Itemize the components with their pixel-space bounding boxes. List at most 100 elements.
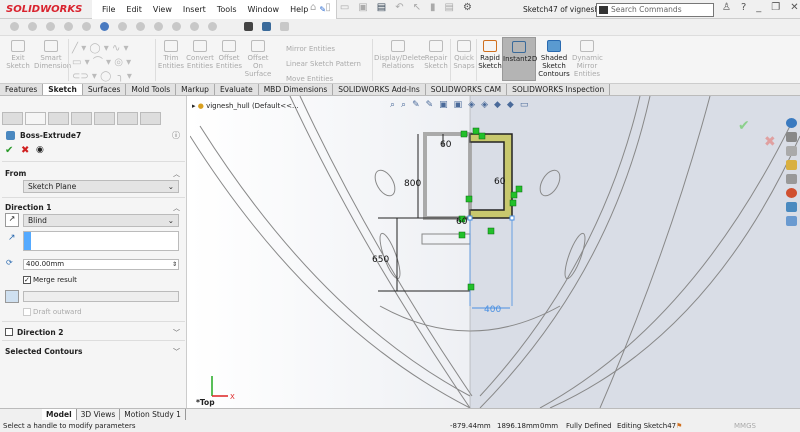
- collapse-icon[interactable]: ︿: [173, 169, 180, 179]
- tab-motion-study-1[interactable]: Motion Study 1: [120, 409, 186, 420]
- view-toolbar[interactable]: ⌕⌕✎✎▣▣◈◈◆◆▭: [390, 100, 534, 110]
- design-library-icon[interactable]: [786, 132, 797, 142]
- dimension-width[interactable]: 400: [484, 305, 501, 315]
- rapid-sketch-button[interactable]: Rapid Sketch: [478, 40, 502, 70]
- tool-icon[interactable]: [82, 22, 91, 31]
- draft-outward-checkbox[interactable]: [23, 308, 31, 316]
- select-icon[interactable]: ↖: [413, 2, 421, 13]
- tool-icon[interactable]: [64, 22, 73, 31]
- tool-icon[interactable]: [172, 22, 181, 31]
- graphics-area[interactable]: 60 60 60 800 650 400 X ▸ ● vignesh_hull …: [190, 96, 800, 408]
- convert-entities-button[interactable]: Convert Entities: [186, 40, 214, 70]
- display-delete-relations-button[interactable]: Display/Delete Relations: [374, 40, 425, 70]
- depth-input[interactable]: 400.00mm ⇕: [23, 259, 179, 270]
- mirror-entities-button[interactable]: Mirror Entities: [274, 42, 361, 57]
- property-manager-tab[interactable]: [25, 112, 46, 125]
- configuration-tab[interactable]: [48, 112, 69, 125]
- direction1-header[interactable]: Direction 1: [5, 203, 52, 212]
- from-select[interactable]: Sketch Plane ⌄: [23, 180, 179, 193]
- file-explorer-icon[interactable]: [786, 146, 797, 156]
- direction2-header[interactable]: Direction 2: [17, 328, 64, 337]
- new-icon[interactable]: ▯: [325, 2, 331, 13]
- menu-tools[interactable]: Tools: [217, 5, 237, 14]
- tab-3d-views[interactable]: 3D Views: [77, 409, 121, 420]
- menu-insert[interactable]: Insert: [183, 5, 206, 14]
- tool-icon[interactable]: [190, 22, 199, 31]
- collapse-icon[interactable]: ︿: [173, 203, 180, 213]
- menu-edit[interactable]: Edit: [126, 5, 142, 14]
- tool-icon[interactable]: [10, 22, 19, 31]
- menu-window[interactable]: Window: [248, 5, 280, 14]
- cancel-x-icon[interactable]: ✖: [21, 145, 29, 156]
- expand-icon[interactable]: ﹀: [173, 328, 180, 338]
- direction-vector-field[interactable]: [23, 231, 179, 251]
- rebuild-icon[interactable]: ⚑: [676, 420, 682, 432]
- draft-icon[interactable]: [5, 290, 19, 303]
- dimension-height[interactable]: 800: [404, 179, 421, 189]
- tab-features[interactable]: Features: [0, 84, 44, 95]
- merge-result-checkbox[interactable]: ✓: [23, 276, 31, 284]
- file-properties-icon[interactable]: ▤: [445, 2, 454, 13]
- save-icon[interactable]: ▣: [358, 2, 367, 13]
- dimension-bottom[interactable]: 60: [456, 217, 468, 227]
- tool-icon[interactable]: [154, 22, 163, 31]
- help-icon[interactable]: ⓘ: [172, 130, 180, 141]
- smart-dimension-button[interactable]: Smart Dimension: [34, 40, 71, 70]
- camera-icon[interactable]: [244, 22, 253, 31]
- dimension-top[interactable]: 60: [440, 140, 452, 150]
- feature-tree-flyout[interactable]: ▸ ● vignesh_hull (Default<<...: [192, 102, 299, 110]
- close-icon[interactable]: ✕: [790, 2, 798, 13]
- shaded-sketch-contours-button[interactable]: Shaded Sketch Contours: [538, 40, 570, 78]
- dimxpert-tab[interactable]: [71, 112, 92, 125]
- print-icon[interactable]: ▤: [377, 2, 386, 13]
- offset-on-surface-button[interactable]: Offset On Surface: [244, 40, 272, 78]
- tab-solidworks-add-ins[interactable]: SOLIDWORKS Add-Ins: [333, 84, 426, 95]
- repair-sketch-button[interactable]: Repair Sketch: [423, 40, 449, 70]
- cam-tab[interactable]: [117, 112, 138, 125]
- user-icon[interactable]: ♙: [722, 2, 731, 13]
- tab-markup[interactable]: Markup: [176, 84, 215, 95]
- folder-icon[interactable]: [786, 160, 797, 170]
- handle[interactable]: [509, 215, 515, 221]
- confirm-cancel-icon[interactable]: ✖: [764, 134, 776, 150]
- display-manager-tab[interactable]: [94, 112, 115, 125]
- rebuild-icon[interactable]: ▮: [430, 2, 436, 13]
- end-condition-select[interactable]: Blind ⌄: [23, 214, 179, 227]
- record-icon[interactable]: [262, 22, 271, 31]
- tab-solidworks-cam[interactable]: SOLIDWORKS CAM: [425, 84, 508, 95]
- draft-angle-input[interactable]: [23, 291, 179, 302]
- feature-tree-tab[interactable]: [2, 112, 23, 125]
- tool-icon[interactable]: [208, 22, 217, 31]
- linear-sketch-pattern-button[interactable]: Linear Sketch Pattern: [274, 57, 361, 72]
- tool-icon[interactable]: [118, 22, 127, 31]
- crosshair-icon[interactable]: [100, 22, 109, 31]
- from-header[interactable]: From: [5, 169, 26, 178]
- tab-surfaces[interactable]: Surfaces: [82, 84, 127, 95]
- confirm-check-icon[interactable]: ✔: [738, 118, 750, 134]
- minimize-icon[interactable]: _: [756, 2, 761, 13]
- tab-sketch[interactable]: Sketch: [43, 84, 83, 95]
- solidworks-resources-icon[interactable]: [786, 118, 797, 128]
- forum-icon[interactable]: [786, 216, 797, 226]
- tab-mold-tools[interactable]: Mold Tools: [126, 84, 177, 95]
- tab-model[interactable]: Model: [42, 409, 77, 420]
- tab-mbd-dimensions[interactable]: MBD Dimensions: [258, 84, 334, 95]
- help-icon[interactable]: ?: [741, 2, 746, 13]
- quick-snaps-button[interactable]: Quick Snaps: [452, 40, 476, 70]
- appearances-icon[interactable]: [786, 188, 797, 198]
- menu-file[interactable]: File: [102, 5, 115, 14]
- custom-properties-icon[interactable]: [786, 202, 797, 212]
- view-palette-icon[interactable]: [786, 174, 797, 184]
- handle[interactable]: [467, 215, 473, 221]
- direction2-checkbox[interactable]: [5, 328, 13, 336]
- search-commands-input[interactable]: Search Commands: [596, 3, 714, 17]
- tool-icon[interactable]: [136, 22, 145, 31]
- instant2d-button[interactable]: Instant2D: [502, 37, 537, 81]
- exit-sketch-button[interactable]: Exit Sketch: [4, 40, 32, 70]
- expand-icon[interactable]: ﹀: [173, 347, 180, 357]
- restore-icon[interactable]: ❐: [771, 2, 780, 13]
- units-selector[interactable]: MMGS: [734, 420, 756, 432]
- menu-view[interactable]: View: [153, 5, 172, 14]
- dimension-right[interactable]: 60: [494, 177, 506, 187]
- tab-evaluate[interactable]: Evaluate: [214, 84, 259, 95]
